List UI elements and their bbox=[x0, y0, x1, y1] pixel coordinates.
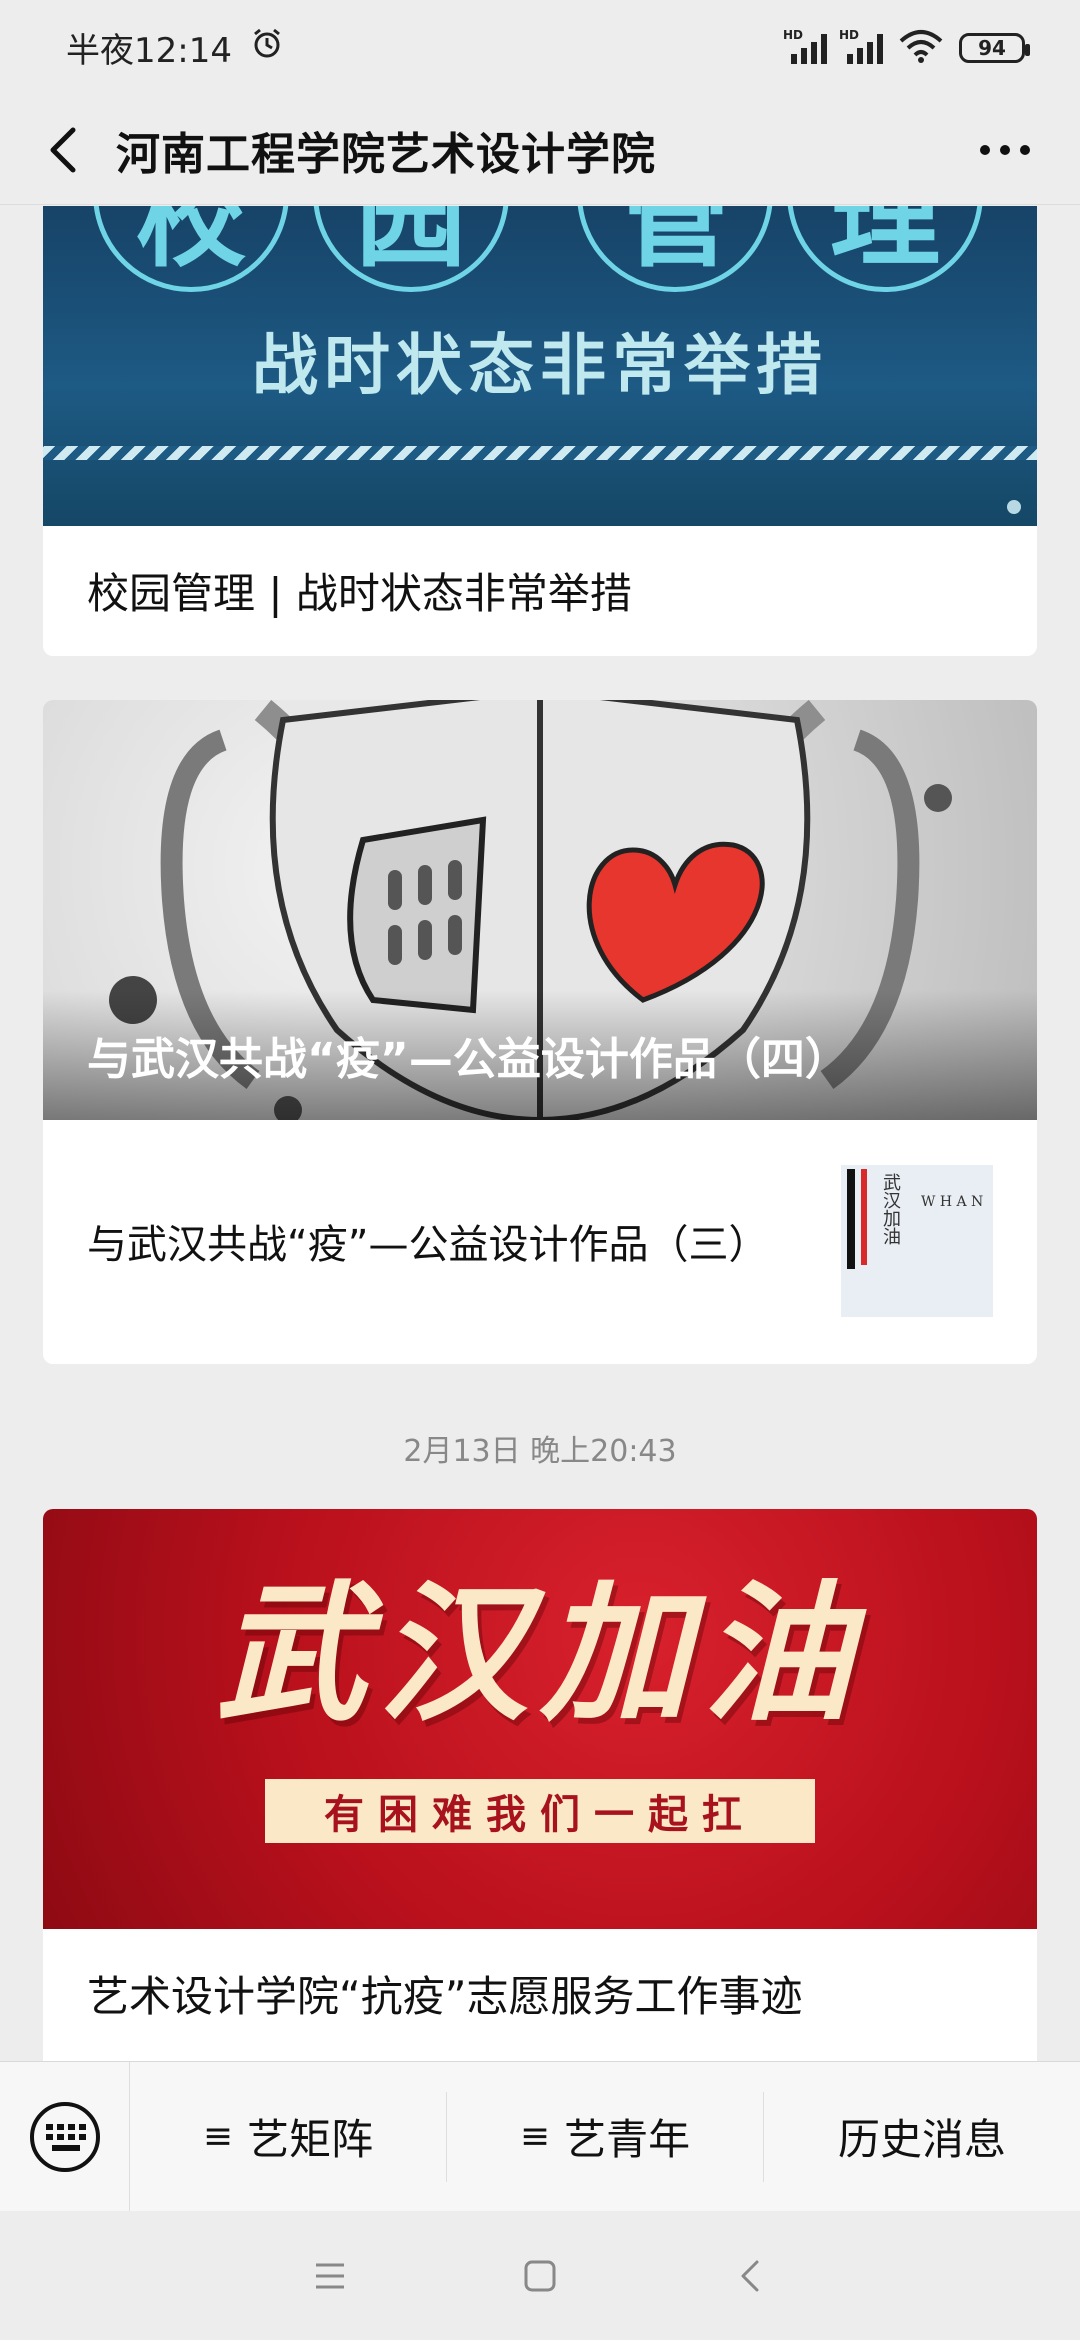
back-button[interactable] bbox=[28, 115, 98, 185]
keyboard-toggle-button[interactable] bbox=[0, 2061, 130, 2212]
home-button[interactable] bbox=[510, 2246, 570, 2306]
bottom-menu-bar: ≡ 艺矩阵 ≡ 艺青年 历史消息 bbox=[0, 2061, 1080, 2212]
chevron-left-icon bbox=[50, 127, 76, 172]
menu-item-label: 艺矩阵 bbox=[247, 2115, 374, 2164]
system-nav-bar bbox=[0, 2211, 1080, 2340]
menu-item-yi-juzhen[interactable]: ≡ 艺矩阵 bbox=[130, 2091, 447, 2182]
cover-dot bbox=[1007, 500, 1021, 514]
article-card[interactable]: 与武汉共战“疫”—公益设计作品（四） 与武汉共战“疫”—公益设计作品（三） 武汉… bbox=[43, 700, 1037, 1364]
menu-lines-icon bbox=[316, 2263, 344, 2288]
back-triangle-icon bbox=[741, 2260, 759, 2291]
status-bar: 半夜12:14 HD HD 94 bbox=[0, 0, 1080, 95]
article-card[interactable]: 武汉加油 有困难我们一起扛 艺术设计学院“抗疫”志愿服务工作事迹 bbox=[43, 1509, 1037, 2061]
alarm-icon bbox=[250, 26, 284, 69]
screen: 半夜12:14 HD HD 94 河南工程学院艺术设计学院 校 园 管 理 战时… bbox=[0, 0, 1080, 2340]
cover-banner-text: 战时状态非常举措 bbox=[252, 327, 828, 404]
article-cover-image[interactable]: 校 园 管 理 战时状态非常举措 bbox=[43, 206, 1037, 526]
cover-big-text: 武汉加油 bbox=[215, 1568, 864, 1742]
thumbnail-text: 武汉加油 bbox=[880, 1173, 901, 1245]
page-title: 河南工程学院艺术设计学院 bbox=[116, 128, 656, 180]
signal-hd-label: HD bbox=[839, 27, 860, 42]
keyboard-icon bbox=[29, 2101, 100, 2172]
status-left: 半夜12:14 bbox=[66, 23, 284, 72]
more-options-button[interactable] bbox=[970, 115, 1040, 185]
menu-item-label: 历史消息 bbox=[837, 2115, 1006, 2164]
battery-icon: 94 bbox=[959, 32, 1030, 63]
home-square-icon bbox=[524, 2260, 556, 2291]
cover-ribbon-text: 有困难我们一起扛 bbox=[265, 1779, 815, 1843]
status-right: HD HD 94 bbox=[783, 28, 1030, 67]
article-cover-image[interactable]: 武汉加油 有困难我们一起扛 bbox=[43, 1509, 1037, 1929]
more-dots-icon bbox=[980, 144, 1030, 155]
article-card[interactable]: 校 园 管 理 战时状态非常举措 校园管理 | 战时状态非常举措 bbox=[43, 206, 1037, 656]
article-title[interactable]: 校园管理 | 战时状态非常举措 bbox=[43, 526, 1037, 654]
nav-bar: 河南工程学院艺术设计学院 bbox=[0, 95, 1080, 205]
wifi-icon bbox=[899, 29, 943, 67]
message-feed[interactable]: 校 园 管 理 战时状态非常举措 校园管理 | 战时状态非常举措 与武汉共战“疫… bbox=[0, 206, 1080, 2061]
recent-apps-button[interactable] bbox=[300, 2246, 360, 2306]
cover-stripe bbox=[43, 446, 1037, 460]
hamburger-icon: ≡ bbox=[519, 2116, 551, 2157]
article-title[interactable]: 艺术设计学院“抗疫”志愿服务工作事迹 bbox=[43, 1929, 1037, 2057]
system-back-button[interactable] bbox=[720, 2246, 780, 2306]
article-cover-image[interactable]: 与武汉共战“疫”—公益设计作品（四） bbox=[43, 700, 1037, 1120]
status-time: 半夜12:14 bbox=[66, 31, 232, 71]
hamburger-icon: ≡ bbox=[202, 2116, 234, 2157]
signal-icon: HD bbox=[783, 28, 827, 64]
cover-char: 理 bbox=[787, 206, 983, 292]
cover-caption: 与武汉共战“疫”—公益设计作品（四） bbox=[43, 990, 1037, 1120]
cover-char: 园 bbox=[313, 206, 509, 292]
cover-char: 校 bbox=[93, 206, 289, 292]
cover-char: 管 bbox=[577, 206, 773, 292]
sub-article-thumbnail[interactable]: 武汉加油 W H A N bbox=[841, 1165, 993, 1317]
message-timestamp: 2月13日 晚上20:43 bbox=[403, 1434, 677, 1469]
sub-article-item[interactable]: 与武汉共战“疫”—公益设计作品（三） 武汉加油 W H A N bbox=[43, 1120, 1037, 1362]
sub-article-title: 与武汉共战“疫”—公益设计作品（三） bbox=[87, 1222, 769, 1268]
battery-level: 94 bbox=[978, 35, 1006, 60]
menu-item-label: 艺青年 bbox=[564, 2115, 691, 2164]
signal-hd-label: HD bbox=[783, 27, 804, 42]
thumbnail-letters: W H A N bbox=[921, 1194, 984, 1210]
menu-item-yi-qingnian[interactable]: ≡ 艺青年 bbox=[447, 2091, 764, 2182]
signal-icon: HD bbox=[839, 28, 883, 64]
menu-item-history[interactable]: 历史消息 bbox=[764, 2092, 1080, 2182]
